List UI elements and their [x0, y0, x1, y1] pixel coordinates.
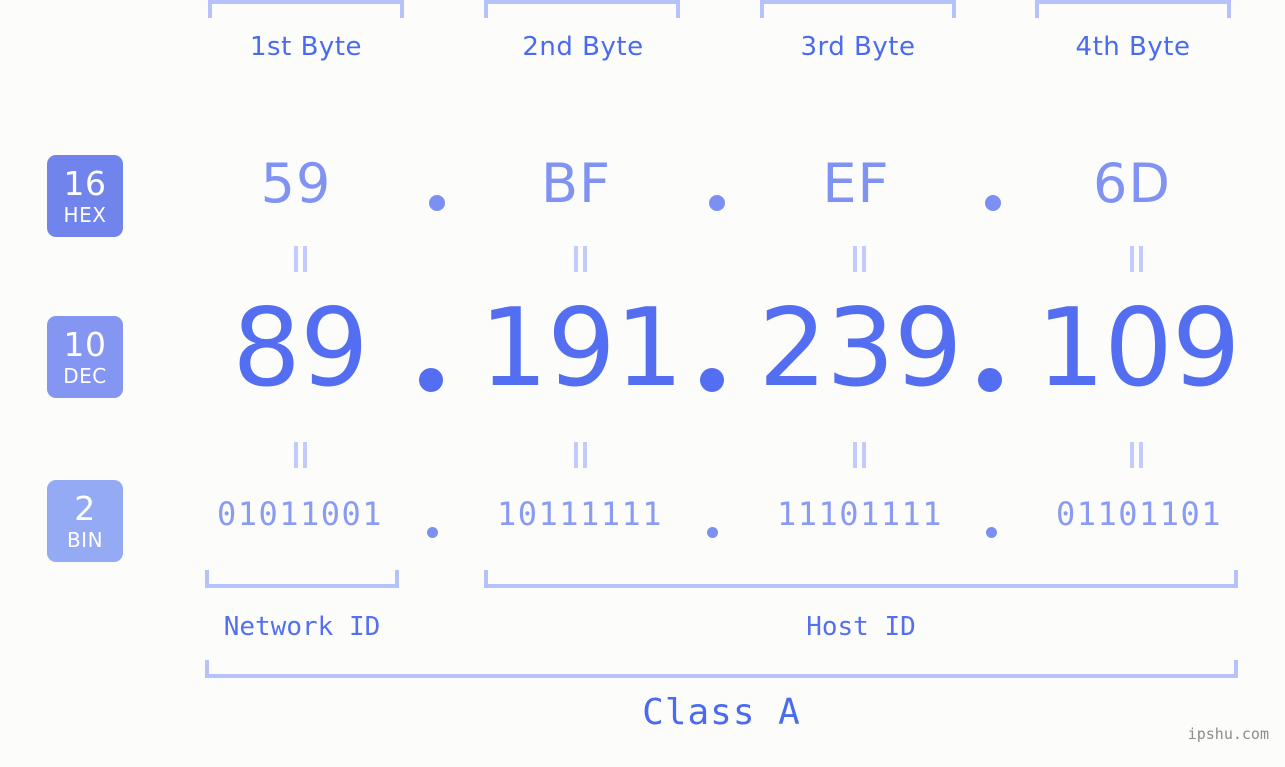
equals-mark-hex-dec-2: [568, 246, 592, 272]
base-badge-dec-number: 10: [63, 325, 107, 364]
hex-byte-2: BF: [540, 152, 612, 215]
byte-bracket-1: [208, 0, 404, 18]
byte-header-2: 2nd Byte: [522, 32, 644, 62]
equals-mark-dec-bin-4: [1124, 442, 1148, 468]
network-id-label: Network ID: [223, 612, 381, 642]
host-id-label: Host ID: [806, 612, 916, 642]
hex-byte-4: 6D: [1093, 152, 1171, 215]
dec-byte-1: 89: [232, 286, 368, 411]
class-label: Class A: [642, 692, 801, 733]
dec-separator-3: [978, 368, 1002, 392]
equals-mark-hex-dec-1: [288, 246, 312, 272]
dec-separator-1: [419, 368, 443, 392]
bin-separator-3: [986, 527, 997, 538]
bin-byte-4: 01101101: [1055, 495, 1223, 533]
bin-separator-2: [707, 527, 718, 538]
equals-mark-dec-bin-2: [568, 442, 592, 468]
byte-bracket-3: [760, 0, 956, 18]
base-badge-hex-label: HEX: [63, 203, 107, 227]
bin-separator-1: [427, 527, 438, 538]
dec-byte-4: 109: [1036, 286, 1240, 411]
dec-byte-2: 191: [479, 286, 683, 411]
bin-byte-3: 11101111: [776, 495, 944, 533]
byte-bracket-2: [484, 0, 680, 18]
base-badge-dec-label: DEC: [63, 364, 107, 388]
class-bracket: [205, 660, 1238, 678]
site-watermark: ipshu.com: [1187, 725, 1269, 743]
equals-mark-hex-dec-4: [1124, 246, 1148, 272]
base-badge-dec: 10 DEC: [47, 316, 123, 398]
base-badge-bin: 2 BIN: [47, 480, 123, 562]
equals-mark-dec-bin-1: [288, 442, 312, 468]
host-id-bracket: [484, 570, 1238, 588]
dec-byte-3: 239: [758, 286, 962, 411]
bin-byte-2: 10111111: [496, 495, 664, 533]
base-badge-bin-label: BIN: [66, 528, 104, 552]
base-badge-hex: 16 HEX: [47, 155, 123, 237]
equals-mark-dec-bin-3: [847, 442, 871, 468]
base-badge-hex-number: 16: [63, 164, 107, 203]
byte-header-1: 1st Byte: [250, 32, 362, 62]
hex-byte-3: EF: [822, 152, 890, 215]
network-id-bracket: [205, 570, 399, 588]
hex-byte-1: 59: [260, 152, 332, 215]
hex-separator-3: [985, 195, 1001, 211]
dec-separator-2: [700, 368, 724, 392]
ip-address-breakdown-diagram: 1st Byte 2nd Byte 3rd Byte 4th Byte 16 H…: [0, 0, 1285, 767]
base-badge-bin-number: 2: [74, 489, 96, 528]
byte-header-4: 4th Byte: [1075, 32, 1191, 62]
bin-byte-1: 01011001: [216, 495, 384, 533]
equals-mark-hex-dec-3: [847, 246, 871, 272]
byte-bracket-4: [1035, 0, 1231, 18]
byte-header-3: 3rd Byte: [800, 32, 916, 62]
hex-separator-2: [709, 195, 725, 211]
hex-separator-1: [429, 195, 445, 211]
